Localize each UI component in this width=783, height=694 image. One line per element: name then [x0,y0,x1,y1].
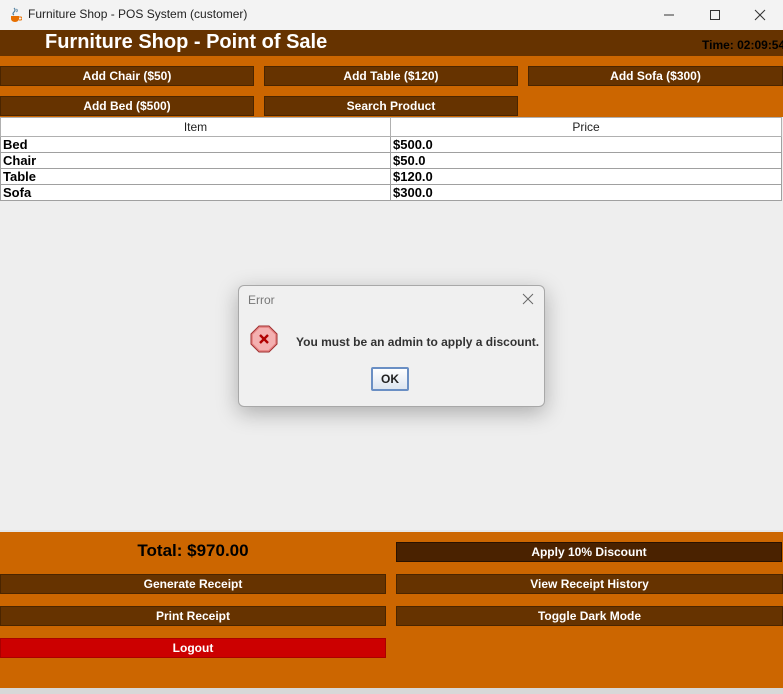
add-table-button[interactable]: Add Table ($120) [264,66,518,86]
dialog-message: You must be an admin to apply a discount… [296,335,540,349]
add-chair-button[interactable]: Add Chair ($50) [0,66,254,86]
close-window-button[interactable] [737,0,783,30]
app-header: Furniture Shop - Point of Sale Time: 02:… [0,30,783,56]
table-row[interactable]: Table $120.0 [0,168,782,185]
app-title: Furniture Shop - Point of Sale [45,31,328,53]
dialog-title: Error [248,293,275,307]
maximize-icon [710,10,720,20]
add-sofa-button[interactable]: Add Sofa ($300) [528,66,783,86]
item-cell[interactable]: Bed [0,136,391,153]
java-app-icon [11,7,22,22]
table-row[interactable]: Bed $500.0 [0,136,782,153]
window-title: Furniture Shop - POS System (customer) [28,7,248,21]
add-bed-button[interactable]: Add Bed ($500) [0,96,254,116]
price-cell[interactable]: $120.0 [390,168,782,185]
price-cell[interactable]: $500.0 [390,136,782,153]
price-cell[interactable]: $50.0 [390,152,782,169]
maximize-button[interactable] [692,0,738,30]
item-cell[interactable]: Chair [0,152,391,169]
error-icon [250,325,278,353]
logout-button[interactable]: Logout [0,638,386,658]
column-header-item[interactable]: Item [0,117,391,137]
search-product-button[interactable]: Search Product [264,96,518,116]
price-cell[interactable]: $300.0 [390,184,782,201]
cart-table[interactable]: Item Price Bed $500.0 Chair $50.0 Table … [0,117,782,201]
generate-receipt-button[interactable]: Generate Receipt [0,574,386,594]
total-label: Total: $970.00 [137,541,249,560]
close-icon [754,9,766,21]
item-cell[interactable]: Table [0,168,391,185]
print-receipt-button[interactable]: Print Receipt [0,606,386,626]
close-icon[interactable] [521,292,535,306]
table-header-row: Item Price [0,117,782,137]
ok-button[interactable]: OK [371,367,409,391]
column-header-price[interactable]: Price [390,117,782,137]
taskbar-edge [0,688,783,694]
view-receipt-history-button[interactable]: View Receipt History [396,574,783,594]
apply-discount-button[interactable]: Apply 10% Discount [396,542,782,562]
window-titlebar: Furniture Shop - POS System (customer) [0,0,783,30]
table-row[interactable]: Chair $50.0 [0,152,782,169]
item-cell[interactable]: Sofa [0,184,391,201]
minimize-button[interactable] [646,0,692,30]
clock-label: Time: 02:09:54 [702,38,783,52]
table-row[interactable]: Sofa $300.0 [0,184,782,201]
minimize-icon [664,14,674,16]
error-dialog: Error You must be an admin to apply a di… [238,285,545,407]
toggle-dark-mode-button[interactable]: Toggle Dark Mode [396,606,783,626]
